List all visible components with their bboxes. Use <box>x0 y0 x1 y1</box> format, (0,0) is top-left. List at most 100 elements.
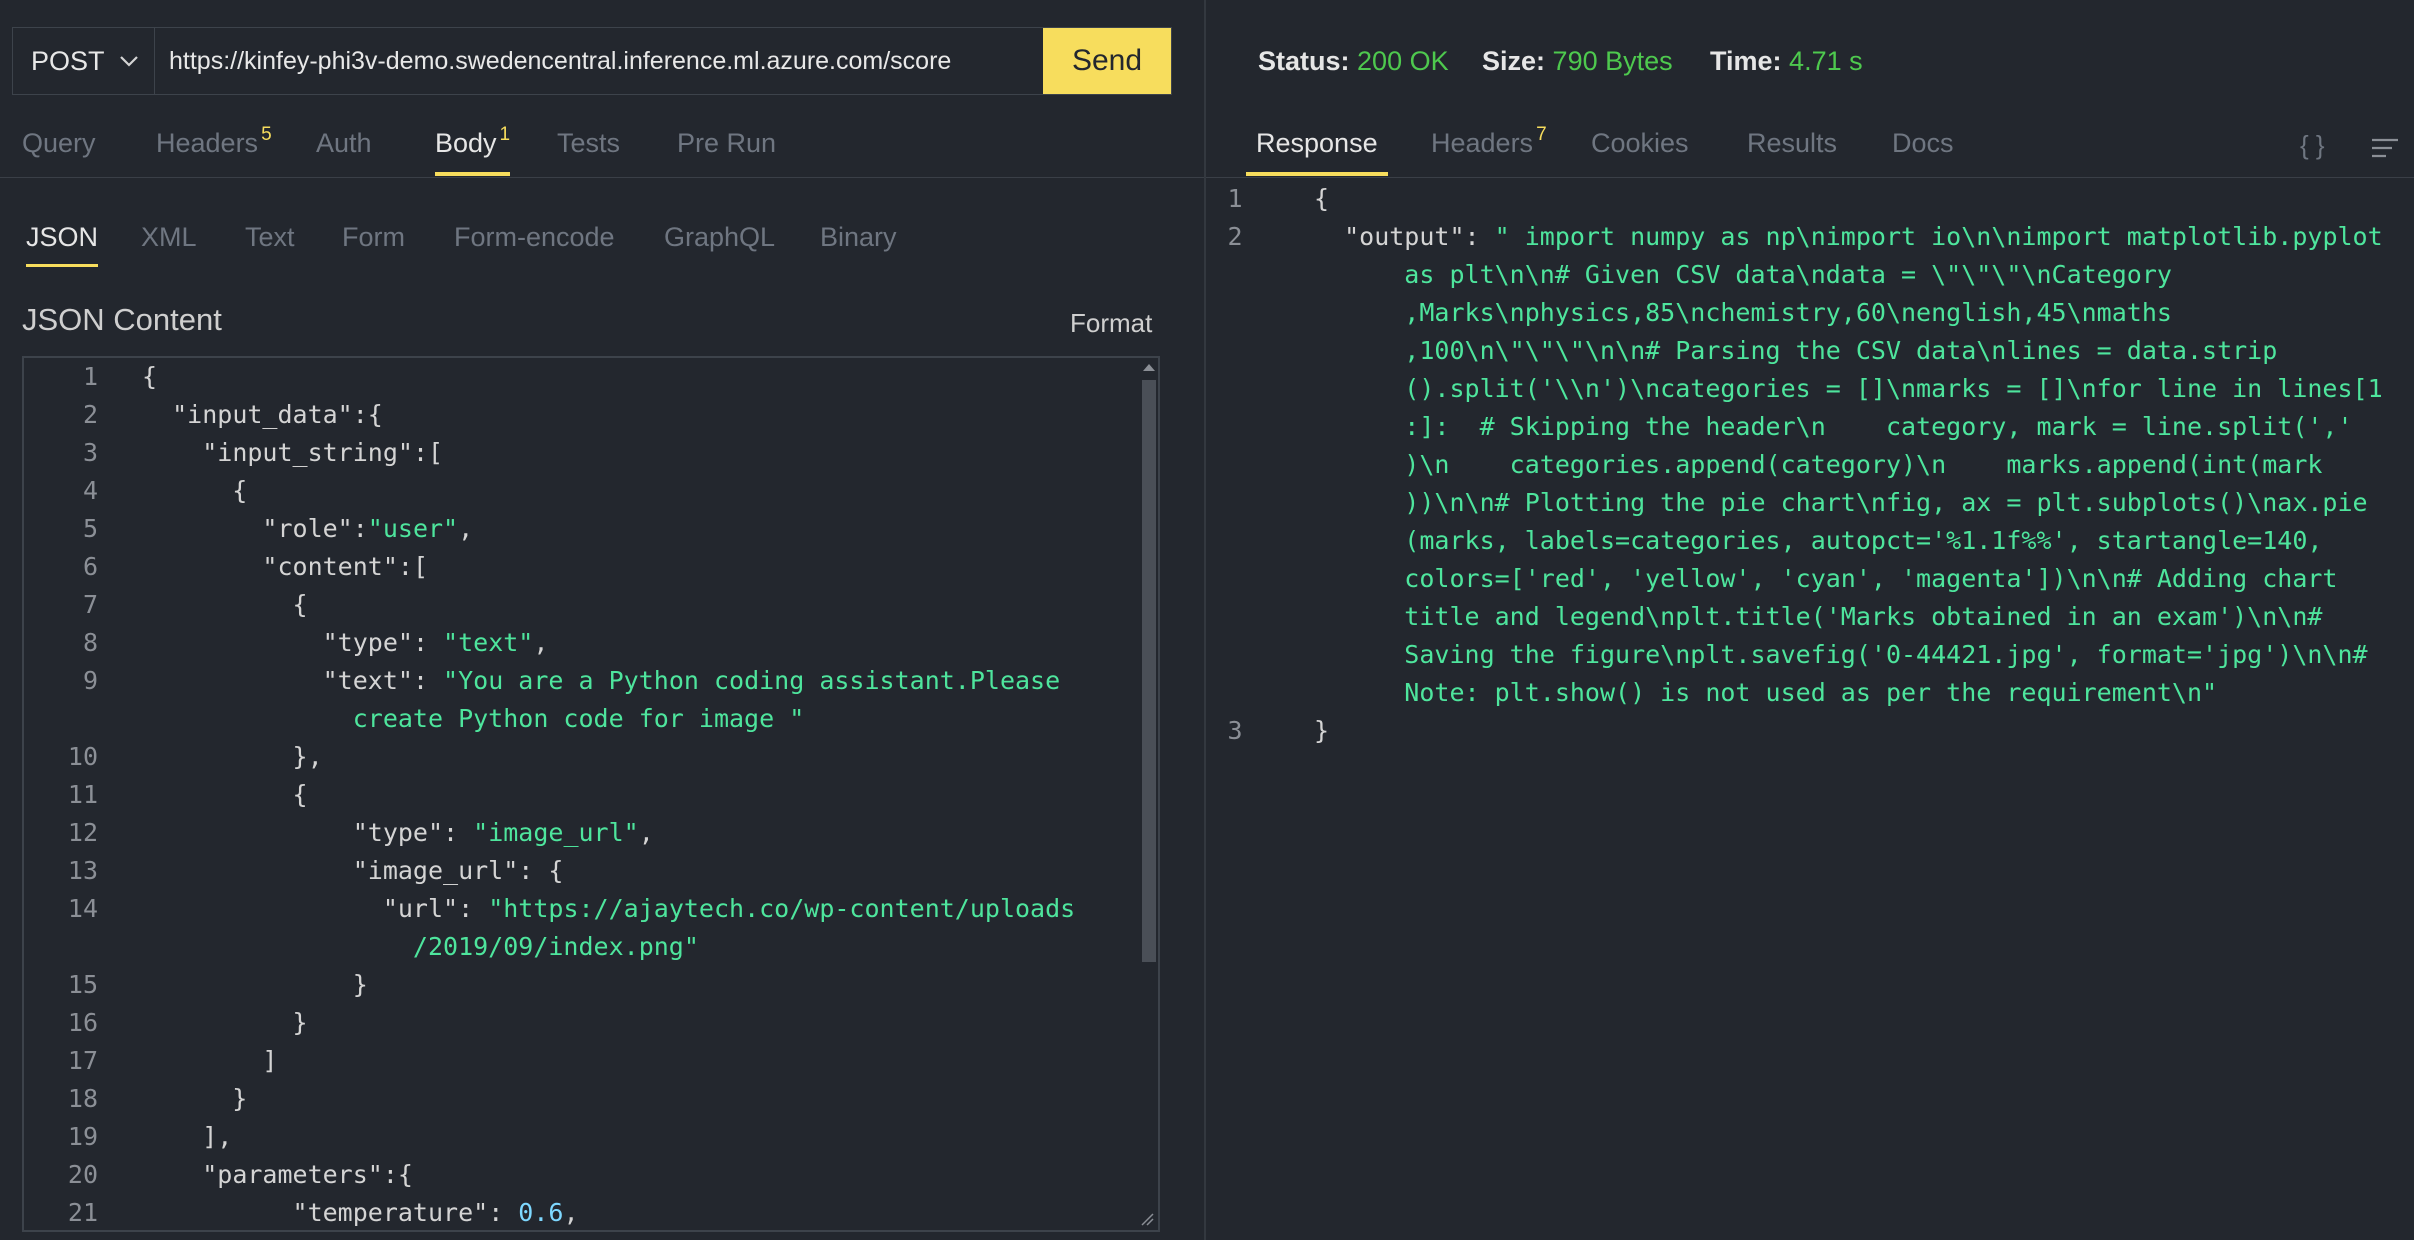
time-value: 4.71 s <box>1789 46 1863 76</box>
tab-response-headers[interactable]: Headers 7 <box>1431 124 1547 159</box>
tab-results[interactable]: Results <box>1747 128 1837 159</box>
line-text: /2019/09/index.png" <box>142 932 699 961</box>
line-number: 19 <box>67 1122 98 1151</box>
scroll-up-arrow-icon[interactable] <box>1143 364 1155 371</box>
line-number: 10 <box>67 742 98 771</box>
line-text: "url": "https://ajaytech.co/wp-content/u… <box>382 894 1076 923</box>
line-number: 18 <box>67 1084 98 1113</box>
subtab-graphql[interactable]: GraphQL <box>664 222 775 253</box>
response-line-text: ,100\n\"\"\"\n\n# Parsing the CSV data\n… <box>1314 336 2278 365</box>
response-line-number: 3 <box>1227 716 1243 745</box>
line-number: 11 <box>67 780 98 809</box>
request-tabs: Query Headers 5 Auth Body 1 Tests Pre Run <box>0 124 1204 178</box>
line-number: 4 <box>82 476 98 505</box>
subtab-form-encode[interactable]: Form-encode <box>454 222 615 253</box>
tab-response[interactable]: Response <box>1246 128 1388 176</box>
json-editor[interactable]: 1 {2 "input_data":{3 "input_string":[4 {5… <box>22 356 1160 1232</box>
line-number: 6 <box>82 552 98 581</box>
line-number: 9 <box>82 666 98 695</box>
active-response-tab-indicator <box>1246 172 1388 176</box>
tab-headers[interactable]: Headers 5 <box>156 124 272 159</box>
send-button[interactable]: Send <box>1043 28 1171 94</box>
size-stat: Size: 790 Bytes <box>1482 46 1673 76</box>
response-line-text: title and legend\nplt.title('Marks obtai… <box>1314 602 2323 631</box>
url-input[interactable]: https://kinfey-phi3v-demo.swedencentral.… <box>169 28 951 94</box>
subtab-form[interactable]: Form <box>342 222 405 253</box>
braces-icon[interactable]: { } <box>2300 130 2325 161</box>
line-number: 17 <box>67 1046 98 1075</box>
time-stat: Time: 4.71 s <box>1710 46 1863 76</box>
line-number: 21 <box>67 1198 98 1227</box>
line-number: 8 <box>82 628 98 657</box>
tab-body[interactable]: Body 1 <box>435 124 511 176</box>
line-number: 13 <box>67 856 98 885</box>
tab-tests[interactable]: Tests <box>557 128 620 159</box>
line-number: 5 <box>82 514 98 543</box>
line-text: "type": "image_url", <box>352 818 654 847</box>
line-text: { <box>142 590 308 619</box>
line-text: "temperature": 0.6, <box>292 1198 579 1227</box>
active-subtab-indicator <box>26 264 99 267</box>
response-line-number: 2 <box>1227 222 1243 251</box>
tab-docs[interactable]: Docs <box>1892 128 1954 159</box>
status-stat: Status: 200 OK <box>1258 46 1449 76</box>
response-line-number: 1 <box>1227 184 1243 213</box>
line-text: "type": "text", <box>322 628 549 657</box>
scrollbar-thumb[interactable] <box>1142 380 1156 962</box>
response-line-text: colors=['red', 'yellow', 'cyan', 'magent… <box>1314 564 2338 593</box>
editor-scrollbar[interactable] <box>1140 364 1156 1224</box>
line-text: "role":"user", <box>262 514 474 543</box>
line-text: ], <box>142 1122 233 1151</box>
status-value: 200 OK <box>1357 46 1449 76</box>
response-headers-badge: 7 <box>1536 124 1547 145</box>
chevron-down-icon <box>120 56 138 67</box>
line-text: } <box>142 970 368 999</box>
line-number: 7 <box>82 590 98 619</box>
response-line-text: :]: # Skipping the header\n category, ma… <box>1314 412 2353 441</box>
line-number: 14 <box>67 894 98 923</box>
tabs-divider <box>0 177 1204 178</box>
line-number: 16 <box>67 1008 98 1037</box>
format-button[interactable]: Format <box>1070 308 1152 339</box>
line-text: "content":[ <box>262 552 428 581</box>
line-text: { <box>142 362 158 391</box>
response-line-text: ))\n\n# Plotting the pie chart\nfig, ax … <box>1314 488 2368 517</box>
response-line-text: ,Marks\nphysics,85\nchemistry,60\nenglis… <box>1314 298 2172 327</box>
line-number: 1 <box>82 362 98 391</box>
line-text: "image_url": { <box>352 856 564 885</box>
tab-query[interactable]: Query <box>22 128 96 159</box>
line-text: "text": "You are a Python coding assista… <box>322 666 1061 695</box>
subtab-json[interactable]: JSON <box>26 222 99 267</box>
line-number: 12 <box>67 818 98 847</box>
json-content-title: JSON Content <box>22 302 222 337</box>
line-number: 20 <box>67 1160 98 1189</box>
line-text: "input_data":{ <box>172 400 383 429</box>
method-label: POST <box>31 45 105 76</box>
line-text: ] <box>142 1046 278 1075</box>
response-line-text: Note: plt.show() is not used as per the … <box>1314 678 2218 707</box>
url-bar: POST https://kinfey-phi3v-demo.swedencen… <box>12 27 1172 95</box>
tab-auth[interactable]: Auth <box>316 128 372 159</box>
response-panel: Status: 200 OK Size: 790 Bytes Time: 4.7… <box>1206 0 2414 1240</box>
line-number: 2 <box>82 400 98 429</box>
tab-pre-run[interactable]: Pre Run <box>677 128 776 159</box>
line-text: "parameters":{ <box>202 1160 413 1189</box>
resize-handle-icon[interactable] <box>1138 1210 1154 1226</box>
body-type-tabs: JSON XML Text Form Form-encode GraphQL B… <box>0 222 1204 270</box>
line-text: } <box>142 1084 248 1113</box>
line-text: "input_string":[ <box>202 438 444 467</box>
line-text: } <box>142 1008 308 1037</box>
response-line-text: "output": " import numpy as np\nimport i… <box>1314 222 2383 251</box>
menu-icon[interactable] <box>2370 136 2400 160</box>
method-select[interactable]: POST <box>13 28 155 94</box>
subtab-binary[interactable]: Binary <box>820 222 897 253</box>
response-line-text: )\n categories.append(category)\n marks.… <box>1314 450 2323 479</box>
headers-count-badge: 5 <box>261 124 272 145</box>
response-line-text: (marks, labels=categories, autopct='%1.1… <box>1314 526 2323 555</box>
response-line-text: { <box>1314 184 1330 213</box>
tab-cookies[interactable]: Cookies <box>1591 128 1689 159</box>
subtab-xml[interactable]: XML <box>141 222 197 253</box>
response-line-text: Saving the figure\nplt.savefig('0-44421.… <box>1314 640 2368 669</box>
subtab-text[interactable]: Text <box>245 222 295 253</box>
line-text: { <box>142 780 308 809</box>
